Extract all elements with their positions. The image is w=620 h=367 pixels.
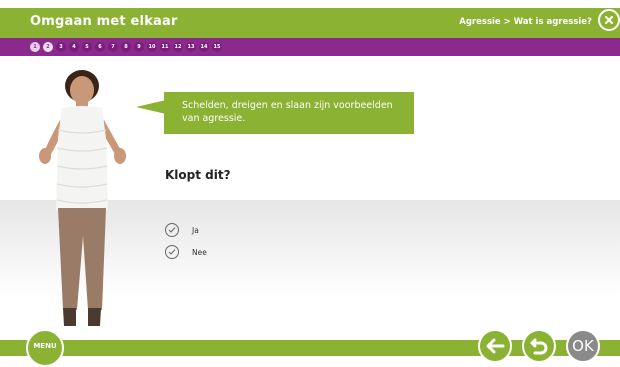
speech-bubble-tail — [136, 100, 166, 114]
progress-step[interactable]: 15 — [212, 42, 222, 52]
close-icon — [605, 16, 613, 24]
progress-step[interactable]: 7 — [108, 42, 118, 52]
answer-label[interactable]: Nee — [192, 248, 207, 257]
close-button[interactable] — [598, 9, 620, 31]
back-button[interactable] — [478, 329, 512, 363]
ok-button[interactable]: OK — [566, 329, 600, 363]
menu-button[interactable]: MENU — [26, 329, 64, 367]
progress-step[interactable]: 5 — [82, 42, 92, 52]
app-title: Omgaan met elkaar — [30, 14, 178, 29]
progress-step[interactable]: 13 — [186, 42, 196, 52]
progress-step[interactable]: 4 — [69, 42, 79, 52]
answer-checkbox[interactable] — [165, 223, 179, 237]
progress-steps: 1 2 3 4 5 6 7 8 9 10 11 12 13 14 15 — [30, 42, 222, 52]
progress-step[interactable]: 6 — [95, 42, 105, 52]
breadcrumb: Agressie > Wat is agressie? — [459, 17, 592, 27]
answer-label[interactable]: Ja — [192, 226, 199, 235]
progress-step[interactable]: 9 — [134, 42, 144, 52]
speech-bubble: Schelden, dreigen en slaan zijn voorbeel… — [164, 92, 414, 134]
check-icon — [168, 227, 176, 233]
progress-step[interactable]: 11 — [160, 42, 170, 52]
presenter-image — [39, 70, 126, 326]
progress-step[interactable]: 14 — [199, 42, 209, 52]
retry-icon — [530, 338, 548, 355]
progress-bar: 1 2 3 4 5 6 7 8 9 10 11 12 13 14 15 — [0, 38, 620, 56]
progress-step[interactable]: 12 — [173, 42, 183, 52]
progress-step-current[interactable]: 2 — [43, 42, 53, 52]
back-arrow-icon — [486, 338, 505, 354]
answer-option-nee[interactable]: Nee — [165, 245, 207, 259]
answer-option-ja[interactable]: Ja — [165, 223, 199, 237]
progress-step[interactable]: 8 — [121, 42, 131, 52]
app-header: Omgaan met elkaar Agressie > Wat is agre… — [0, 8, 620, 38]
progress-step[interactable]: 3 — [56, 42, 66, 52]
progress-step[interactable]: 10 — [147, 42, 157, 52]
check-icon — [168, 249, 176, 255]
progress-step[interactable]: 1 — [30, 42, 40, 52]
question-text: Klopt dit? — [165, 168, 231, 182]
retry-button[interactable] — [522, 329, 556, 363]
answer-checkbox[interactable] — [165, 245, 179, 259]
